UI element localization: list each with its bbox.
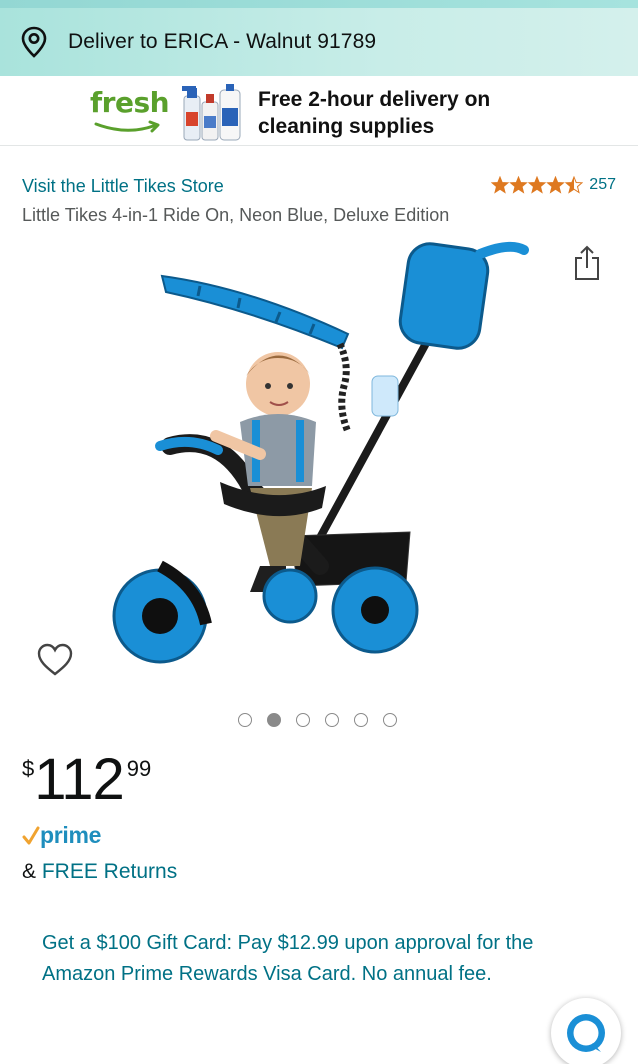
- product-price: $ 112 99: [22, 748, 151, 812]
- rating-stars: [491, 176, 583, 194]
- tricycle-with-child-image[interactable]: [100, 236, 540, 686]
- prime-badge: prime: [22, 822, 101, 849]
- prime-label: prime: [40, 822, 102, 848]
- fresh-promo-line2: cleaning supplies: [258, 115, 435, 138]
- returns-info: & FREE Returns: [22, 860, 177, 884]
- visit-store-link[interactable]: Visit the Little Tikes Store: [22, 176, 224, 197]
- fresh-logo-text: fresh: [90, 86, 170, 119]
- prime-check-icon: [22, 826, 40, 844]
- product-title: Little Tikes 4-in-1 Ride On, Neon Blue, …: [22, 205, 450, 225]
- gift-card-offer-link[interactable]: Get a $100 Gift Card: Pay $12.99 upon ap…: [42, 928, 602, 990]
- price-fraction: 99: [126, 756, 152, 781]
- chat-bubble-icon: [567, 1014, 605, 1052]
- carousel-dot[interactable]: [383, 713, 397, 727]
- assistant-chat-button[interactable]: [551, 998, 621, 1064]
- cleaning-bottles-image: [182, 84, 241, 141]
- fresh-logo: fresh: [90, 86, 170, 138]
- returns-prefix: &: [22, 860, 42, 883]
- carousel-dot[interactable]: [296, 713, 310, 727]
- status-strip: [0, 0, 638, 8]
- fresh-promo-line1: Free 2-hour delivery on: [258, 88, 491, 111]
- carousel-dot[interactable]: [238, 713, 252, 727]
- fresh-promo-banner[interactable]: fresh Free 2-hour delivery on cleaning s…: [0, 76, 638, 146]
- deliver-to-label: Deliver to ERICA - Walnut 91789: [68, 30, 377, 53]
- fresh-promo-text: Free 2-hour delivery on cleaning supplie…: [258, 86, 490, 140]
- image-carousel-dots[interactable]: [238, 713, 412, 727]
- free-returns-link[interactable]: FREE Returns: [42, 860, 177, 883]
- price-whole: 112: [34, 747, 124, 812]
- star-rating-icon: [491, 176, 583, 193]
- rating-count: 257: [589, 176, 616, 193]
- share-icon[interactable]: [572, 244, 602, 282]
- price-symbol: $: [22, 756, 35, 781]
- carousel-dot[interactable]: [354, 713, 368, 727]
- carousel-dot-active[interactable]: [267, 713, 281, 727]
- delivery-location-bar[interactable]: Deliver to ERICA - Walnut 91789: [0, 8, 638, 76]
- heart-icon[interactable]: [36, 642, 74, 678]
- location-pin-icon: [20, 25, 48, 59]
- product-rating[interactable]: 257: [491, 176, 616, 194]
- fresh-smile-icon: [94, 120, 160, 133]
- carousel-dot[interactable]: [325, 713, 339, 727]
